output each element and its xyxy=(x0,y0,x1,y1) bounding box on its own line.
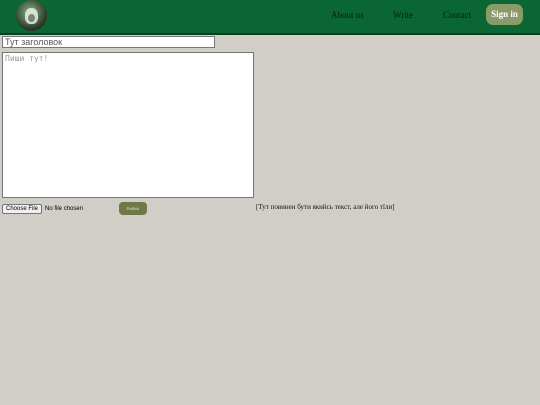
cat-logo-icon[interactable] xyxy=(16,0,47,31)
file-upload: Choose File No file chosen xyxy=(2,204,83,214)
file-status-text: No file chosen xyxy=(45,206,84,212)
top-navbar: About us Write Contact Sign in xyxy=(0,0,540,35)
nav-link-contact[interactable]: Contact xyxy=(443,10,471,20)
post-body-textarea[interactable] xyxy=(2,52,254,198)
choose-file-button[interactable]: Choose File xyxy=(2,204,43,214)
title-input[interactable] xyxy=(2,36,215,48)
preview-text: [Тут повинен бути якийсь текст, але його… xyxy=(256,203,395,211)
publish-button[interactable]: Publish xyxy=(119,202,147,215)
nav-link-write[interactable]: Write xyxy=(393,10,413,20)
sign-in-button[interactable]: Sign in xyxy=(486,4,523,25)
nav-link-about[interactable]: About us xyxy=(331,10,364,20)
